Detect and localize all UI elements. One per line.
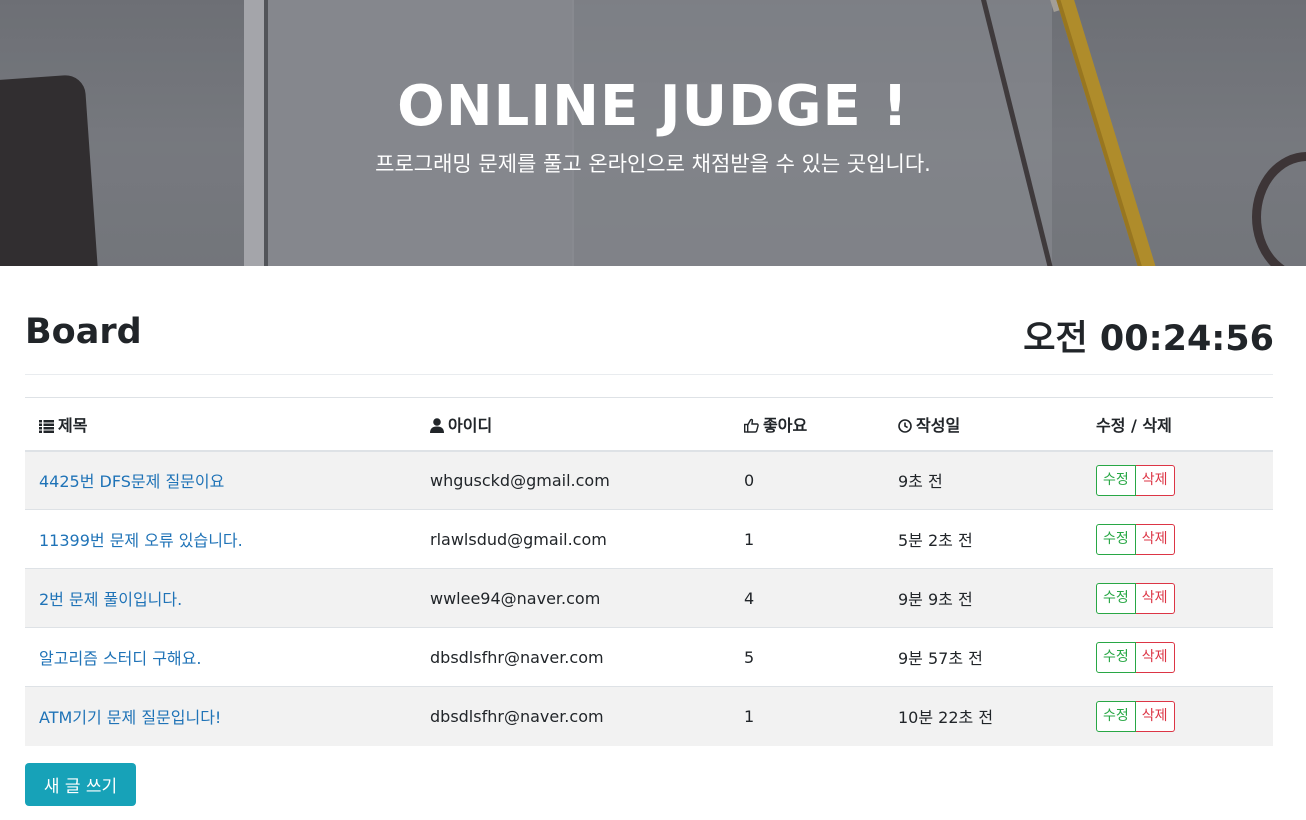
delete-button[interactable]: 삭제: [1135, 641, 1175, 673]
table-row: ATM기기 문제 질문입니다! dbsdlsfhr@naver.com 1 10…: [25, 686, 1273, 746]
action-button-group: 수정 삭제: [1096, 700, 1175, 732]
column-label-title: 제목: [58, 415, 88, 435]
divider: [25, 374, 1273, 375]
post-date: 9분 9초 전: [884, 568, 1082, 628]
edit-button[interactable]: 수정: [1096, 582, 1136, 614]
post-title-link[interactable]: 11399번 문제 오류 있습니다.: [39, 531, 243, 550]
hero-subtitle: 프로그래밍 문제를 풀고 온라인으로 채점받을 수 있는 곳입니다.: [375, 152, 931, 176]
delete-button[interactable]: 삭제: [1135, 464, 1175, 496]
delete-button[interactable]: 삭제: [1135, 700, 1175, 732]
current-time: 오전 00:24:56: [1023, 319, 1274, 359]
post-likes: 5: [730, 627, 884, 687]
post-likes: 4: [730, 568, 884, 628]
clock-icon: [898, 418, 912, 433]
post-likes: 1: [730, 686, 884, 746]
action-button-group: 수정 삭제: [1096, 582, 1175, 614]
action-button-group: 수정 삭제: [1096, 523, 1175, 555]
post-actions: 수정 삭제: [1082, 568, 1273, 628]
post-date: 10분 22초 전: [884, 686, 1082, 746]
column-header-actions: 수정 / 삭제: [1082, 397, 1273, 452]
column-header-author: 아이디: [416, 397, 730, 452]
post-title-cell: 4425번 DFS문제 질문이요: [25, 450, 416, 510]
column-header-title: 제목: [25, 397, 416, 452]
post-title-link[interactable]: ATM기기 문제 질문입니다!: [39, 708, 221, 727]
post-likes: 1: [730, 509, 884, 569]
column-header-date: 작성일: [884, 397, 1082, 452]
table-header: 제목 아이디 좋아요 작성일 수정 / 삭제: [25, 397, 1273, 452]
post-actions: 수정 삭제: [1082, 509, 1273, 569]
table-row: 2번 문제 풀이입니다. wwlee94@naver.com 4 9분 9초 전…: [25, 568, 1273, 628]
column-label-date: 작성일: [916, 415, 961, 435]
post-author: rlawlsdud@gmail.com: [416, 509, 730, 569]
delete-button[interactable]: 삭제: [1135, 582, 1175, 614]
edit-button[interactable]: 수정: [1096, 464, 1136, 496]
edit-button[interactable]: 수정: [1096, 523, 1136, 555]
post-author: whgusckd@gmail.com: [416, 450, 730, 510]
post-title-link[interactable]: 2번 문제 풀이입니다.: [39, 590, 182, 609]
new-post-button[interactable]: 새 글 쓰기: [25, 763, 136, 806]
post-title-link[interactable]: 알고리즘 스터디 구해요.: [39, 649, 201, 668]
post-title-cell: 알고리즘 스터디 구해요.: [25, 627, 416, 687]
post-actions: 수정 삭제: [1082, 450, 1273, 510]
column-label-likes: 좋아요: [763, 415, 808, 435]
post-actions: 수정 삭제: [1082, 627, 1273, 687]
post-author: dbsdlsfhr@naver.com: [416, 686, 730, 746]
post-author: wwlee94@naver.com: [416, 568, 730, 628]
post-likes: 0: [730, 450, 884, 510]
column-label-actions: 수정 / 삭제: [1096, 415, 1172, 435]
table-row: 4425번 DFS문제 질문이요 whgusckd@gmail.com 0 9초…: [25, 450, 1273, 510]
post-date: 5분 2초 전: [884, 509, 1082, 569]
post-title-cell: 2번 문제 풀이입니다.: [25, 568, 416, 628]
list-icon: [39, 419, 54, 433]
thumbs-up-icon: [744, 418, 759, 433]
table-body: 4425번 DFS문제 질문이요 whgusckd@gmail.com 0 9초…: [25, 450, 1273, 746]
column-label-author: 아이디: [448, 415, 493, 435]
table-header-row: 제목 아이디 좋아요 작성일 수정 / 삭제: [25, 397, 1273, 452]
table-row: 11399번 문제 오류 있습니다. rlawlsdud@gmail.com 1…: [25, 509, 1273, 569]
action-button-group: 수정 삭제: [1096, 641, 1175, 673]
post-actions: 수정 삭제: [1082, 686, 1273, 746]
board-title: Board: [25, 312, 142, 352]
post-title-cell: 11399번 문제 오류 있습니다.: [25, 509, 416, 569]
post-title-link[interactable]: 4425번 DFS문제 질문이요: [39, 472, 224, 491]
post-title-cell: ATM기기 문제 질문입니다!: [25, 686, 416, 746]
delete-button[interactable]: 삭제: [1135, 523, 1175, 555]
post-date: 9초 전: [884, 450, 1082, 510]
board-table: 제목 아이디 좋아요 작성일 수정 / 삭제 4425번 DFS문제 질문이요 …: [25, 397, 1273, 746]
action-button-group: 수정 삭제: [1096, 464, 1175, 496]
hero-title: ONLINE JUDGE !: [397, 74, 909, 139]
table-row: 알고리즘 스터디 구해요. dbsdlsfhr@naver.com 5 9분 5…: [25, 627, 1273, 687]
hero-banner: ONLINE JUDGE ! 프로그래밍 문제를 풀고 온라인으로 채점받을 수…: [0, 0, 1306, 266]
user-icon: [430, 417, 444, 433]
edit-button[interactable]: 수정: [1096, 700, 1136, 732]
post-author: dbsdlsfhr@naver.com: [416, 627, 730, 687]
edit-button[interactable]: 수정: [1096, 641, 1136, 673]
post-date: 9분 57초 전: [884, 627, 1082, 687]
column-header-likes: 좋아요: [730, 397, 884, 452]
